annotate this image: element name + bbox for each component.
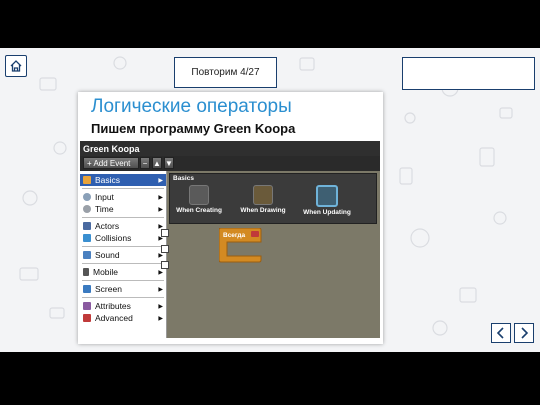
block-menu-icon xyxy=(251,231,259,237)
sidebar-item-label: Actors xyxy=(95,221,120,231)
when-drawing-item[interactable]: When Drawing xyxy=(238,185,288,214)
sidebar-item-time[interactable]: Time ▶ xyxy=(80,203,166,215)
sound-icon xyxy=(83,251,91,259)
sidebar-item-label: Attributes xyxy=(95,301,131,311)
chevron-left-icon xyxy=(496,327,504,339)
sidebar-item-collisions[interactable]: Collisions ▶ xyxy=(80,232,166,244)
clock-icon xyxy=(83,205,91,213)
sidebar-item-label: Sound xyxy=(95,250,120,260)
basics-icon xyxy=(83,176,91,184)
advanced-icon xyxy=(83,314,91,322)
add-event-button[interactable]: + Add Event xyxy=(83,157,139,169)
slide-counter-label: Повторим 4/27 xyxy=(191,67,260,78)
always-block-label: Всегда xyxy=(223,232,246,239)
sidebar-item-basics[interactable]: Basics ▶ xyxy=(80,174,166,186)
always-block[interactable]: Всегда xyxy=(219,228,263,264)
collisions-icon xyxy=(83,234,91,242)
row-checkboxes xyxy=(161,229,169,277)
sidebar-item-actors[interactable]: Actors ▶ xyxy=(80,220,166,232)
divider xyxy=(82,263,164,264)
mobile-icon xyxy=(83,268,89,276)
sidebar-item-sound[interactable]: Sound ▶ xyxy=(80,249,166,261)
when-drawing-label: When Drawing xyxy=(240,207,286,214)
remove-event-button[interactable]: − xyxy=(140,157,150,169)
when-updating-label: When Updating xyxy=(303,209,351,216)
screen-icon xyxy=(83,285,91,293)
actors-icon xyxy=(83,222,91,230)
divider xyxy=(82,246,164,247)
slide-counter: Повторим 4/27 xyxy=(174,57,277,88)
home-icon xyxy=(10,60,22,72)
when-creating-label: When Creating xyxy=(176,207,222,214)
chevron-right-icon: ▶ xyxy=(158,315,163,322)
attributes-icon xyxy=(83,302,91,310)
sidebar-item-advanced[interactable]: Advanced ▶ xyxy=(80,312,166,324)
sidebar-item-label: Screen xyxy=(95,284,122,294)
divider xyxy=(82,217,164,218)
basics-panel-label: Basics xyxy=(173,175,194,182)
checkbox[interactable] xyxy=(161,229,169,237)
sidebar-item-label: Input xyxy=(95,192,114,202)
sidebar-item-label: Mobile xyxy=(93,267,119,277)
wand-icon xyxy=(189,185,209,205)
chevron-right-icon: ▶ xyxy=(158,194,163,201)
prev-button[interactable] xyxy=(491,323,511,343)
sidebar-item-label: Basics xyxy=(95,175,121,185)
chevron-right-icon xyxy=(521,327,529,339)
category-sidebar: Basics ▶ Input ▶ Time ▶ Actors ▶ Collisi… xyxy=(80,171,167,338)
app-title: Green Koopa xyxy=(83,144,140,154)
sidebar-item-input[interactable]: Input ▶ xyxy=(80,191,166,203)
home-button[interactable] xyxy=(5,55,27,77)
chevron-right-icon: ▶ xyxy=(158,286,163,293)
chevron-right-icon: ▶ xyxy=(158,303,163,310)
when-creating-item[interactable]: When Creating xyxy=(174,185,224,214)
toolbar: + Add Event − ▲ ▼ xyxy=(80,156,380,171)
chevron-right-icon: ▶ xyxy=(158,206,163,213)
move-up-button[interactable]: ▲ xyxy=(152,157,162,169)
when-updating-item[interactable]: When Updating xyxy=(302,185,352,216)
sidebar-item-label: Advanced xyxy=(95,313,133,323)
basics-panel: Basics When Creating When Drawing When U… xyxy=(169,173,377,224)
palette-icon xyxy=(253,185,273,205)
checkbox[interactable] xyxy=(161,261,169,269)
checkbox[interactable] xyxy=(161,245,169,253)
sidebar-item-mobile[interactable]: Mobile ▶ xyxy=(80,266,166,278)
divider xyxy=(82,297,164,298)
empty-box xyxy=(402,57,535,90)
sidebar-item-attributes[interactable]: Attributes ▶ xyxy=(80,300,166,312)
chevron-right-icon: ▶ xyxy=(158,177,163,184)
sidebar-item-screen[interactable]: Screen ▶ xyxy=(80,283,166,295)
screenshot-subtitle: Пишем программу Green Koopa xyxy=(91,121,296,136)
move-down-button[interactable]: ▼ xyxy=(164,157,174,169)
divider xyxy=(82,280,164,281)
sidebar-item-label: Collisions xyxy=(95,233,132,243)
app-window: Green Koopa + Add Event − ▲ ▼ Basics ▶ I… xyxy=(80,141,380,338)
update-icon xyxy=(316,185,338,207)
divider xyxy=(82,188,164,189)
screenshot-title: Логические операторы xyxy=(91,96,292,117)
next-button[interactable] xyxy=(514,323,534,343)
event-workspace[interactable]: Basics When Creating When Drawing When U… xyxy=(161,171,380,338)
embedded-screenshot: Логические операторы Пишем программу Gre… xyxy=(78,92,383,344)
input-icon xyxy=(83,193,91,201)
sidebar-item-label: Time xyxy=(95,204,114,214)
